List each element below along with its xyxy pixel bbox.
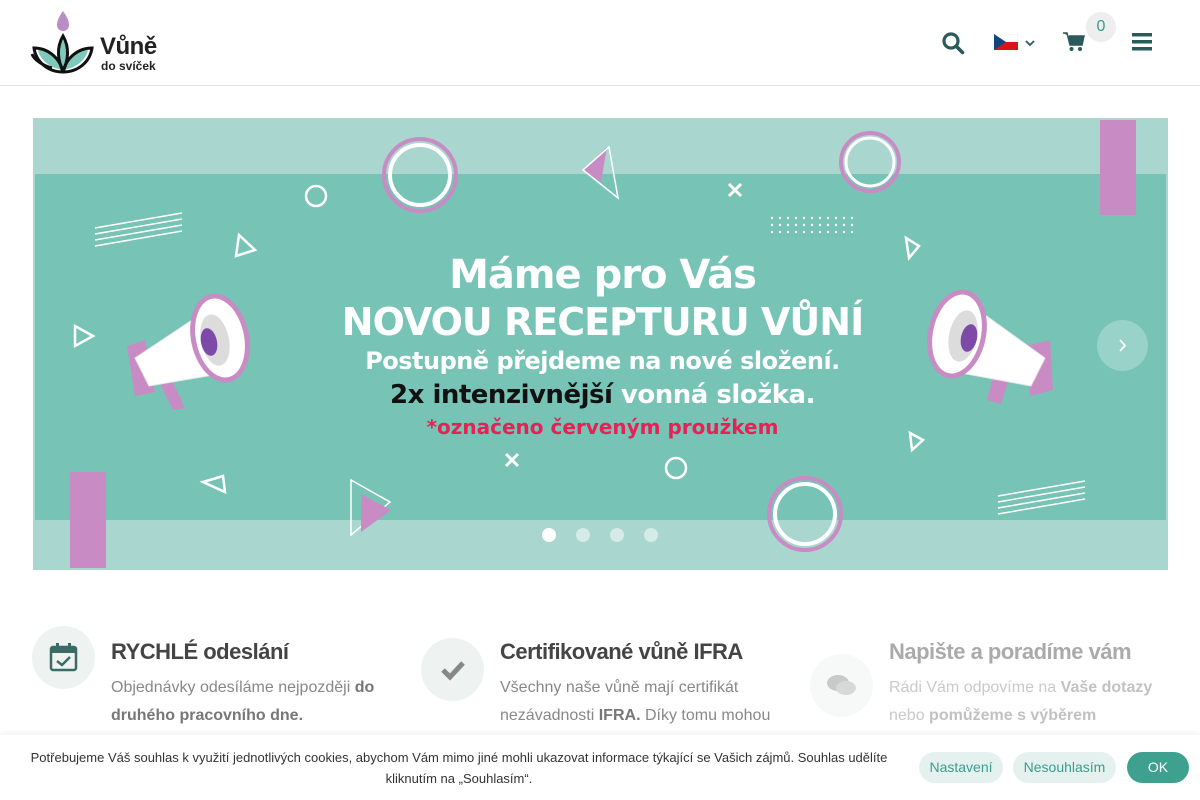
feature-icon-wrap <box>810 654 873 717</box>
slider-dot-1[interactable] <box>542 528 556 542</box>
feature-text-bold: IFRA. <box>598 707 641 724</box>
slide-intensity-bold: 2x intenzivnější <box>390 380 613 410</box>
site-logo[interactable]: Vůně do svíček <box>30 10 170 76</box>
slide-subheadline: Postupně přejdeme na nové složení. <box>365 347 840 375</box>
site-header: Vůně do svíček 0 <box>0 0 1200 86</box>
cookie-decline-button[interactable]: Nesouhlasím <box>1013 752 1116 783</box>
feature-text: Všechny naše vůně mají certifikát nezáva… <box>500 674 800 730</box>
slide-note: *označeno červeným proužkem <box>426 415 779 439</box>
cookie-accept-button[interactable]: OK <box>1127 752 1189 783</box>
feature-icon-wrap <box>421 638 484 701</box>
feature-title: RYCHLÉ odeslání <box>111 639 289 664</box>
search-icon[interactable] <box>941 31 965 60</box>
comments-icon <box>827 675 856 695</box>
feature-title: Certifikované vůně IFRA <box>500 639 743 664</box>
cart-icon[interactable] <box>1063 32 1085 57</box>
slide-headline-1: Máme pro Vás <box>449 252 757 298</box>
cookie-consent-bar: Potřebujeme Váš souhlas k využití jednot… <box>0 735 1200 800</box>
feature-text-bold: Vaše dotazy <box>1060 679 1153 696</box>
feature-icon-wrap <box>32 626 95 689</box>
feature-text: Rádi Vám odpovíme na Vaše dotazy nebo po… <box>889 674 1189 730</box>
menu-icon[interactable] <box>1132 33 1152 56</box>
slider-dot-2[interactable] <box>576 528 590 542</box>
hero-slider[interactable]: Máme pro Vás NOVOU RECEPTURU VŮNÍ Postup… <box>33 118 1168 570</box>
feature-text-part: Objednávky odesíláme nejpozději <box>111 679 355 696</box>
feature-text-part: Díky tomu mohou <box>640 707 771 724</box>
feature-text-bold: pomůžeme s výběrem <box>929 707 1097 724</box>
chevron-down-icon <box>1025 40 1035 47</box>
calendar-check-icon <box>49 643 78 672</box>
feature-text: Objednávky odesíláme nejpozději do druhé… <box>111 674 411 730</box>
cart-count-badge[interactable]: 0 <box>1086 12 1116 42</box>
feature-text-part: Rádi Vám odpovíme na <box>889 679 1061 696</box>
slide-intensity-line: 2x intenzivnější vonná složka. <box>35 380 1166 410</box>
logo-subtitle: do svíček <box>101 59 156 73</box>
lotus-logo-icon <box>30 11 94 74</box>
slider-dot-3[interactable] <box>610 528 624 542</box>
cookie-consent-text: Potřebujeme Váš souhlas k využití jednot… <box>30 750 888 786</box>
slide-headline-2: NOVOU RECEPTURU VŮNÍ <box>341 300 864 344</box>
check-icon <box>441 661 465 681</box>
cz-flag-icon <box>994 34 1018 50</box>
feature-text-part: nebo <box>889 707 930 724</box>
slide-decorations <box>70 120 1136 568</box>
slider-next-button[interactable] <box>1097 320 1148 371</box>
cookie-settings-button[interactable]: Nastavení <box>919 752 1003 783</box>
slide-intensity-rest: vonná složka. <box>612 380 816 410</box>
language-switcher[interactable] <box>994 34 1038 52</box>
logo-title: Vůně <box>100 33 157 60</box>
feature-title: Napište a poradíme vám <box>889 639 1132 664</box>
chevron-right-icon <box>1119 339 1127 352</box>
slider-dot-4[interactable] <box>644 528 658 542</box>
